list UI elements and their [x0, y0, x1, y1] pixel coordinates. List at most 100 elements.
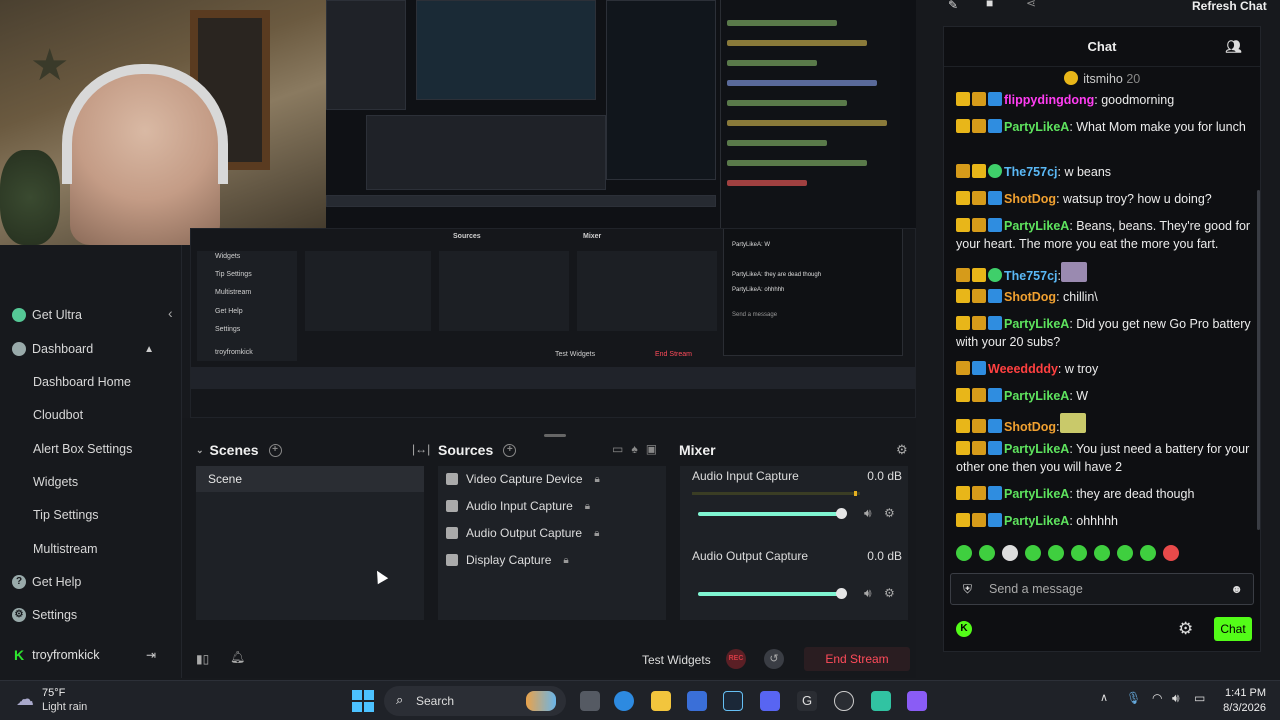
lock-icon[interactable]: 🔒︎: [594, 528, 599, 539]
chat-username[interactable]: PartyLikeA: [1004, 487, 1069, 501]
emote[interactable]: [1163, 545, 1179, 561]
emote[interactable]: [1140, 545, 1156, 561]
steam-icon[interactable]: [723, 691, 743, 711]
app-icon[interactable]: G: [797, 691, 817, 711]
chat-username[interactable]: The757cj: [1004, 269, 1058, 283]
volume-slider[interactable]: [698, 508, 847, 519]
chat-username[interactable]: PartyLikeA: [1004, 317, 1069, 331]
mixer-settings-gear-icon[interactable]: ⚙: [896, 442, 908, 458]
sidebar-item-settings[interactable]: ⚙ Settings: [0, 600, 182, 630]
chat-scrollbar[interactable]: [1257, 190, 1260, 530]
share-icon[interactable]: ⋖: [1026, 0, 1036, 10]
clock-time[interactable]: 1:41 PM: [1224, 687, 1266, 699]
start-button-icon[interactable]: [352, 690, 374, 712]
speaker-icon[interactable]: 🔊︎: [864, 586, 872, 601]
battery-icon[interactable]: ▭: [1194, 691, 1205, 705]
chat-username[interactable]: flippydingdong: [1004, 93, 1094, 107]
popout-icon[interactable]: ■: [986, 0, 993, 10]
chevron-up-icon[interactable]: ▲: [144, 344, 154, 355]
sidebar-item-dashboard-home[interactable]: Dashboard Home: [0, 367, 182, 397]
task-view-icon[interactable]: [580, 691, 600, 711]
emote[interactable]: [1025, 545, 1041, 561]
stats-icon[interactable]: ▮▯: [196, 652, 209, 666]
scene-item[interactable]: Scene: [196, 466, 424, 492]
message-input[interactable]: ⛨ Send a message ☻: [950, 573, 1254, 605]
wifi-icon[interactable]: ◠: [1152, 691, 1162, 705]
emote[interactable]: [1002, 545, 1018, 561]
chevron-up-icon[interactable]: ∧: [1100, 691, 1108, 704]
streamlabs-icon[interactable]: [871, 691, 891, 711]
volume-slider[interactable]: [698, 588, 847, 599]
sidebar-item-alert-box-settings[interactable]: Alert Box Settings: [0, 434, 182, 464]
chat-username[interactable]: ShotDog: [1004, 420, 1056, 434]
obs-icon[interactable]: [834, 691, 854, 711]
badge-icon: [988, 191, 1002, 205]
chat-settings-gear-icon[interactable]: ⚙: [1178, 619, 1193, 639]
gear-icon[interactable]: ⚙: [884, 506, 895, 520]
sidebar-item-multistream[interactable]: Multistream: [0, 534, 182, 564]
source-item[interactable]: Audio Input Capture 🔒︎: [446, 495, 590, 517]
scene-transition-icon[interactable]: |↔|: [412, 442, 430, 456]
lock-icon[interactable]: 🔒︎: [563, 555, 568, 566]
bell-icon[interactable]: 🔔︎: [230, 650, 245, 664]
collapse-sidebar-icon[interactable]: ‹: [168, 305, 173, 321]
lock-icon[interactable]: 🔒︎: [595, 474, 600, 485]
store-icon[interactable]: [687, 691, 707, 711]
refresh-chat-button[interactable]: Refresh Chat: [1192, 0, 1267, 13]
chat-username[interactable]: PartyLikeA: [1004, 219, 1069, 233]
logout-icon[interactable]: ⇥: [146, 648, 156, 662]
source-item[interactable]: Display Capture 🔒︎: [446, 549, 569, 571]
taskbar-search[interactable]: ⌕ Search: [384, 686, 566, 716]
sidebar-item-tip-settings[interactable]: Tip Settings: [0, 500, 182, 530]
user-account[interactable]: K troyfromkick ⇥: [0, 640, 182, 670]
emote[interactable]: [1094, 545, 1110, 561]
sidebar-item-widgets[interactable]: Widgets: [0, 467, 182, 497]
replay-buffer-icon[interactable]: ↺: [764, 649, 784, 669]
pencil-icon[interactable]: ✎: [948, 0, 958, 12]
speaker-icon[interactable]: 🔊︎: [864, 506, 872, 521]
edge-icon[interactable]: [614, 691, 634, 711]
add-scene-icon[interactable]: +: [268, 443, 282, 457]
emote[interactable]: [1117, 545, 1133, 561]
chat-username[interactable]: PartyLikeA: [1004, 120, 1069, 134]
sidebar-item-cloudbot[interactable]: Cloudbot: [0, 400, 182, 430]
chat-header: Chat 👥︎: [944, 27, 1260, 67]
chat-username[interactable]: PartyLikeA: [1004, 389, 1069, 403]
file-explorer-icon[interactable]: [651, 691, 671, 711]
emoji-icon[interactable]: ☻: [1230, 574, 1243, 604]
sources-header: Sources +: [438, 440, 517, 460]
emote[interactable]: [1048, 545, 1064, 561]
sidebar-item-get-ultra[interactable]: Get Ultra: [0, 300, 182, 330]
emote[interactable]: [979, 545, 995, 561]
source-item[interactable]: Audio Output Capture 🔒︎: [446, 522, 599, 544]
emote[interactable]: [956, 545, 972, 561]
gear-icon[interactable]: ⚙: [884, 586, 895, 600]
app2-icon[interactable]: [907, 691, 927, 711]
microphone-icon[interactable]: 🎙︎: [1126, 691, 1141, 705]
weather-desc: Light rain: [42, 701, 88, 713]
record-button[interactable]: REC: [726, 649, 746, 669]
chat-username[interactable]: ShotDog: [1004, 290, 1056, 304]
clock-date[interactable]: 8/3/2026: [1218, 702, 1266, 714]
test-widgets-button[interactable]: Test Widgets: [642, 653, 711, 667]
chat-username[interactable]: Weeeddddy: [988, 362, 1058, 376]
volume-icon[interactable]: 🔊︎: [1172, 691, 1180, 706]
source-tools-icons[interactable]: ▭♠▣: [612, 442, 665, 456]
chat-username[interactable]: PartyLikeA: [1004, 514, 1069, 528]
discord-icon[interactable]: [760, 691, 780, 711]
sidebar-item-dashboard[interactable]: Dashboard ▲: [0, 334, 182, 364]
end-stream-button[interactable]: End Stream: [804, 647, 910, 671]
chat-username[interactable]: ShotDog: [1004, 192, 1056, 206]
chevron-down-icon[interactable]: ⌄: [196, 445, 204, 456]
source-item[interactable]: Video Capture Device 🔒︎: [446, 468, 600, 490]
chat-username[interactable]: The757cj: [1004, 165, 1058, 179]
lock-icon[interactable]: 🔒︎: [585, 501, 590, 512]
add-source-icon[interactable]: +: [503, 443, 517, 457]
resize-handle[interactable]: [544, 434, 566, 437]
sidebar-item-get-help[interactable]: ? Get Help: [0, 567, 182, 597]
emote[interactable]: [1071, 545, 1087, 561]
badge-icon: [972, 316, 986, 330]
user-list-icon[interactable]: 👥︎: [1225, 27, 1242, 67]
send-chat-button[interactable]: Chat: [1214, 617, 1252, 641]
chat-username[interactable]: PartyLikeA: [1004, 442, 1069, 456]
